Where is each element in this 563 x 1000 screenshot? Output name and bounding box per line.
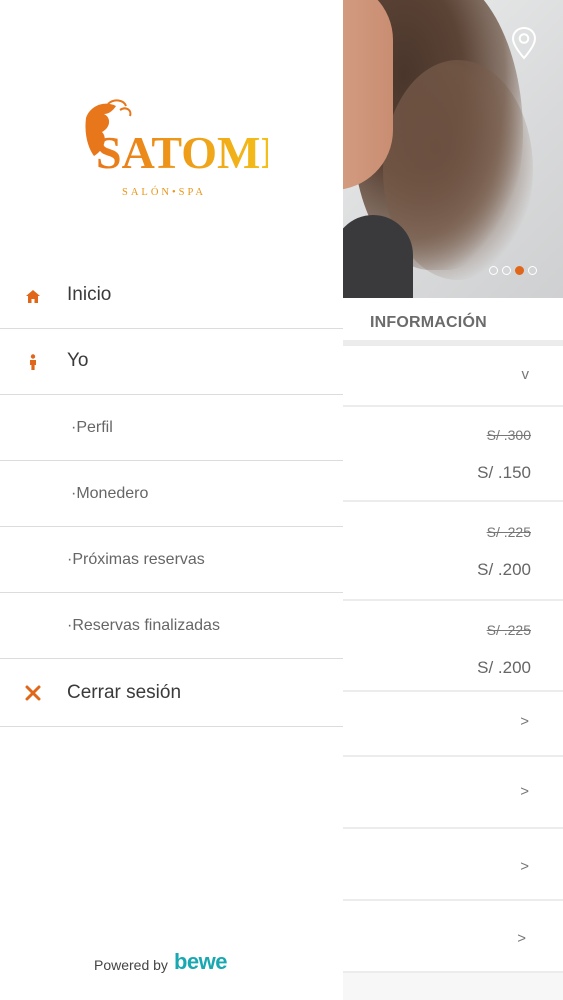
- menu-item-label: ·Perfil: [71, 419, 113, 436]
- menu-item-label: Yo: [67, 350, 89, 371]
- logo-brand-text: SATOMI: [96, 127, 268, 178]
- chevron-down-icon: v: [521, 366, 530, 383]
- background-content: INFORMACIÓN v S/ .300 S/ .150 S/ .225 S/…: [343, 0, 563, 1000]
- hero-carousel[interactable]: [343, 0, 563, 298]
- carousel-dot-active[interactable]: [515, 266, 524, 275]
- close-icon: [25, 685, 41, 701]
- service-price-row[interactable]: S/ .225 S/ .200: [343, 601, 563, 692]
- menu-item-yo[interactable]: Yo: [0, 329, 343, 395]
- dropdown-row[interactable]: v: [343, 346, 563, 407]
- menu-item-reservas-finalizadas[interactable]: ·Reservas finalizadas: [0, 593, 343, 659]
- carousel-dot[interactable]: [502, 266, 511, 275]
- new-price: S/ .200: [477, 658, 531, 677]
- menu-item-proximas-reservas[interactable]: ·Próximas reservas: [0, 527, 343, 593]
- nav-row[interactable]: >: [343, 901, 563, 973]
- menu-item-monedero[interactable]: ·Monedero: [0, 461, 343, 527]
- map-pin-icon[interactable]: [511, 26, 537, 60]
- carousel-dot[interactable]: [528, 266, 537, 275]
- nav-row[interactable]: >: [343, 829, 563, 901]
- person-icon: [30, 354, 36, 370]
- info-section-header: INFORMACIÓN: [343, 298, 563, 346]
- logo-tagline-text: SALÓN•SPA: [122, 186, 206, 198]
- menu-item-cerrar-sesion[interactable]: Cerrar sesión: [0, 661, 343, 727]
- chevron-right-icon: >: [520, 783, 529, 800]
- chevron-right-icon: >: [517, 930, 526, 947]
- old-price: S/ .300: [486, 427, 531, 443]
- menu-item-label: ·Monedero: [71, 485, 149, 502]
- home-icon: [26, 290, 40, 303]
- new-price: S/ .200: [477, 560, 531, 579]
- menu-item-perfil[interactable]: ·Perfil: [0, 395, 343, 461]
- service-price-row[interactable]: S/ .225 S/ .200: [343, 502, 563, 601]
- hero-image-shoulder: [343, 215, 413, 298]
- menu-item-label: ·Reservas finalizadas: [67, 617, 220, 634]
- service-price-row[interactable]: S/ .300 S/ .150: [343, 407, 563, 502]
- menu-item-inicio[interactable]: Inicio: [0, 263, 343, 329]
- chevron-right-icon: >: [520, 858, 529, 875]
- navigation-drawer: SATOMI SALÓN•SPA Inicio Yo ·Perfil ·Mone…: [0, 0, 343, 1000]
- new-price: S/ .150: [477, 463, 531, 482]
- powered-by-text: Powered by: [94, 957, 168, 973]
- satomi-logo: SATOMI SALÓN•SPA: [85, 99, 268, 198]
- chevron-right-icon: >: [520, 713, 529, 730]
- nav-row[interactable]: >: [343, 692, 563, 757]
- carousel-dot[interactable]: [489, 266, 498, 275]
- nav-row[interactable]: >: [343, 757, 563, 829]
- info-section-title: INFORMACIÓN: [370, 314, 487, 331]
- old-price: S/ .225: [486, 622, 531, 638]
- powered-by-footer[interactable]: Powered by bewe: [94, 949, 228, 974]
- menu-item-label: Cerrar sesión: [67, 682, 182, 703]
- carousel-dots: [489, 266, 537, 275]
- menu-item-label: Inicio: [67, 284, 112, 305]
- menu-item-label: ·Próximas reservas: [67, 551, 205, 568]
- bewe-logo: bewe: [173, 949, 228, 974]
- old-price: S/ .225: [486, 524, 531, 540]
